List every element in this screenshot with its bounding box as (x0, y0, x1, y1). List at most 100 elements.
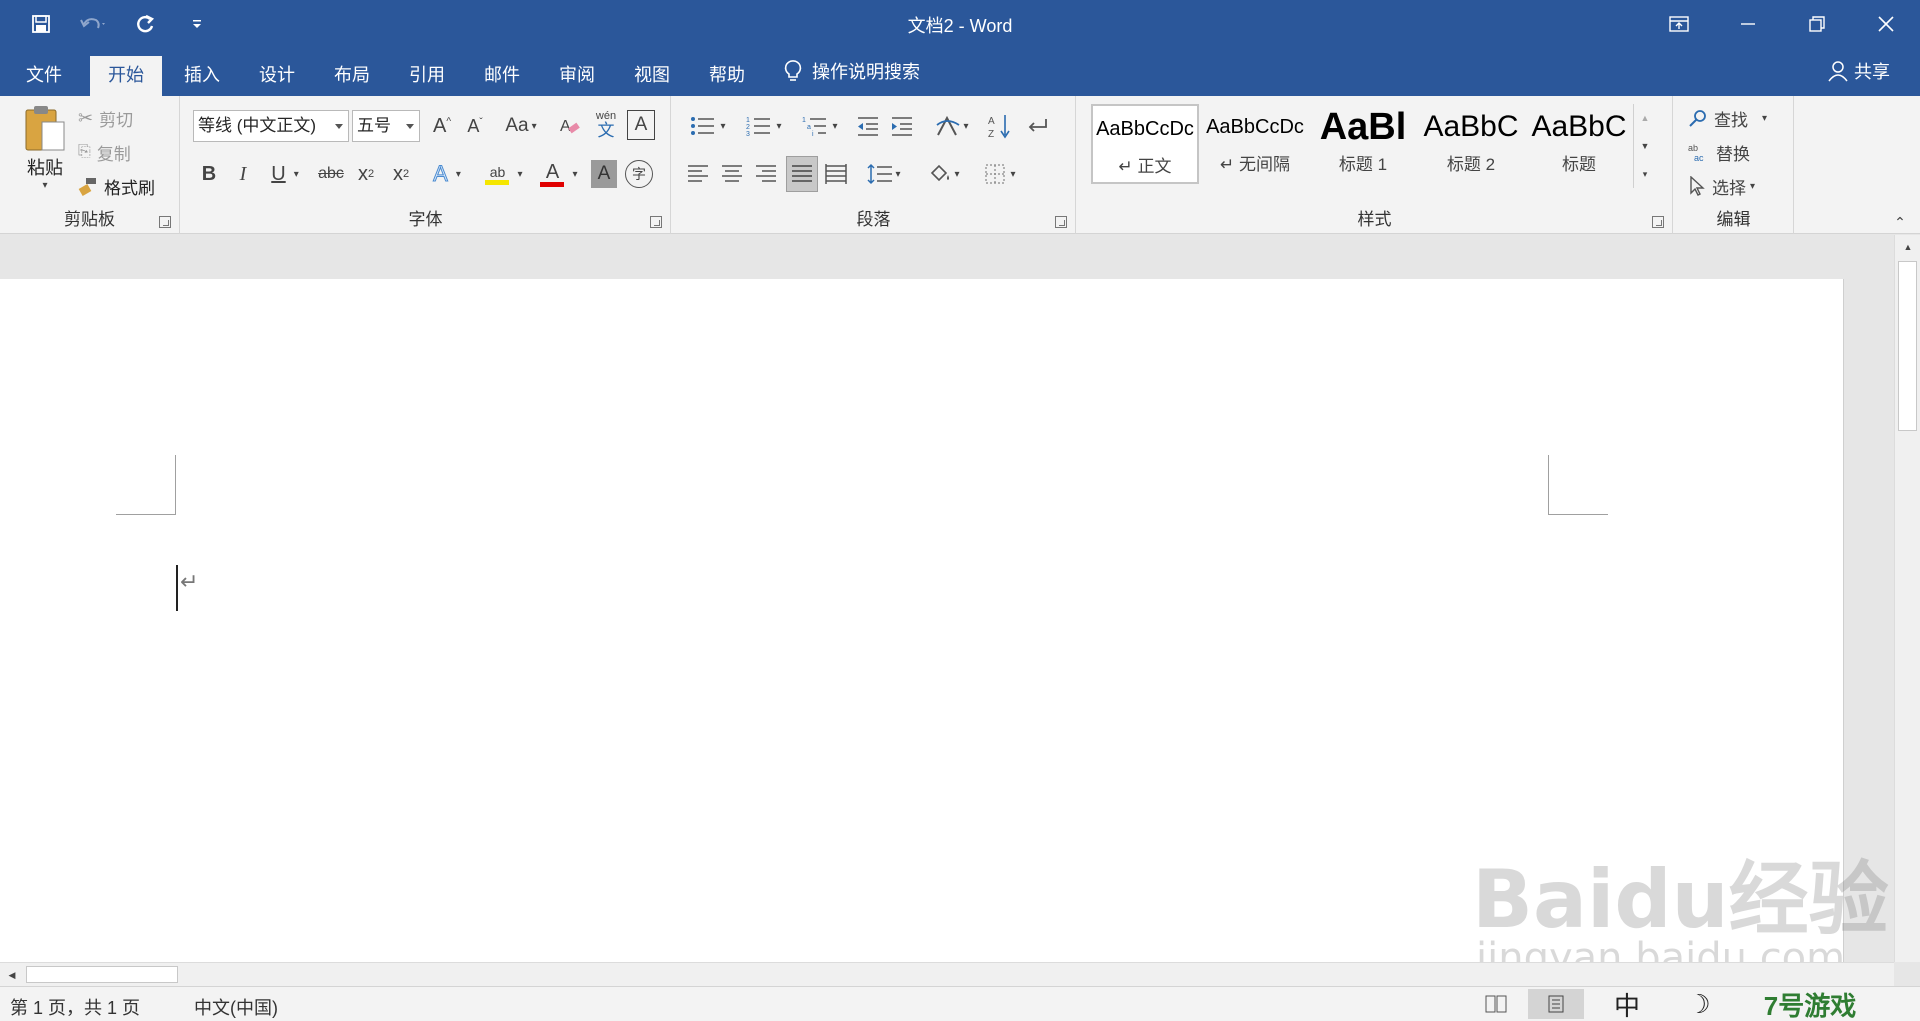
paste-icon (25, 106, 65, 151)
borders-button[interactable]: ▾ (976, 158, 1024, 190)
minimize-button[interactable] (1713, 0, 1782, 48)
page-count-status[interactable]: 第 1 页，共 1 页 (10, 994, 140, 1020)
align-left-button[interactable] (684, 158, 712, 190)
align-right-button[interactable] (752, 158, 780, 190)
character-border-button[interactable]: A (627, 110, 655, 140)
justify-button[interactable] (786, 156, 818, 192)
character-shading-button[interactable]: A (591, 160, 617, 188)
tab-help[interactable]: 帮助 (691, 56, 763, 96)
style-normal[interactable]: AaBbCcDc ↵ 正文 (1091, 104, 1199, 184)
style-heading-1[interactable]: AaBl 标题 1 (1309, 104, 1417, 184)
font-color-button[interactable]: A ▾ (535, 158, 583, 190)
tab-insert[interactable]: 插入 (166, 56, 238, 96)
style-title[interactable]: AaBbC 标题 (1525, 104, 1633, 184)
paint-bucket-icon (931, 164, 950, 182)
distributed-button[interactable] (822, 158, 850, 190)
ime-halfwidth-moon-icon[interactable]: ☽ (1682, 987, 1716, 1021)
font-family-select[interactable]: 等线 (中文正文) (193, 110, 349, 142)
copy-button[interactable]: ⎘ 复制 (78, 138, 131, 166)
change-case-button[interactable]: Aa ▾ (499, 110, 543, 142)
increase-indent-button[interactable] (888, 110, 916, 142)
strikethrough-button[interactable]: abc (315, 158, 347, 190)
ime-mode-indicator[interactable]: 中 (1610, 987, 1644, 1021)
share-button[interactable]: 共享 (1828, 58, 1890, 84)
line-spacing-button[interactable]: ▾ (860, 158, 908, 190)
print-layout-button[interactable] (1528, 989, 1584, 1019)
read-mode-button[interactable] (1476, 991, 1516, 1017)
align-center-button[interactable] (718, 158, 746, 190)
close-button[interactable] (1851, 0, 1920, 48)
multilevel-list-button[interactable]: 1ai ▾ (796, 110, 844, 142)
superscript-button[interactable]: x2 (386, 158, 416, 190)
shading-button[interactable]: ▾ (920, 158, 968, 190)
scroll-up-icon[interactable]: ▲ (1895, 235, 1920, 259)
find-label: 查找 (1714, 110, 1748, 130)
font-dialog-launcher-icon[interactable] (650, 216, 662, 228)
replace-button[interactable]: ab ac 替换 (1688, 138, 1750, 166)
underline-label: U (271, 162, 286, 185)
gallery-more-icon[interactable]: ▾ (1634, 160, 1656, 188)
tab-layout[interactable]: 布局 (316, 56, 388, 96)
scroll-left-icon[interactable]: ◀ (0, 963, 24, 987)
read-mode-icon (1485, 995, 1507, 1013)
document-area[interactable]: ↵ Baidu经验 jingyan.baidu.com (0, 235, 1894, 962)
restore-button[interactable] (1782, 0, 1851, 48)
italic-button[interactable]: I (229, 158, 257, 190)
horizontal-scrollbar[interactable]: ◀ (0, 962, 1894, 986)
styles-dialog-launcher-icon[interactable] (1652, 216, 1664, 228)
clipboard-dialog-launcher-icon[interactable] (159, 216, 171, 228)
tell-me-search[interactable]: 操作说明搜索 (784, 58, 920, 84)
subscript-button[interactable]: x2 (351, 158, 381, 190)
clear-formatting-button[interactable]: A (556, 110, 584, 142)
bold-button[interactable]: B (195, 158, 223, 190)
styles-group-label: 样式 (1357, 210, 1392, 229)
baidu-watermark: Baidu经验 (1472, 853, 1889, 946)
style-heading-1-name: 标题 1 (1338, 155, 1388, 174)
gallery-scroll-up-icon[interactable]: ▲ (1634, 104, 1656, 132)
text-effects-button[interactable]: A ▾ (425, 158, 469, 190)
decrease-indent-button[interactable] (854, 110, 882, 142)
underline-button[interactable]: U ▾ (263, 158, 307, 190)
find-button[interactable]: 查找 ▾ (1688, 104, 1767, 132)
vertical-scrollbar[interactable]: ▲ (1894, 235, 1920, 962)
paste-button[interactable]: 粘贴 ▾ (18, 104, 72, 216)
select-button[interactable]: 选择 ▾ (1688, 172, 1755, 200)
svg-text:3: 3 (746, 131, 750, 137)
show-hide-marks-button[interactable] (1024, 110, 1052, 142)
close-icon (1877, 16, 1894, 32)
chinese-layout-button[interactable]: ▾ (928, 110, 976, 142)
collapse-ribbon-icon[interactable]: ⌃ (1888, 214, 1912, 230)
font-size-select[interactable]: 五号 (352, 110, 420, 142)
tab-mailings[interactable]: 邮件 (466, 56, 538, 96)
ribbon-display-options-button[interactable] (1644, 0, 1713, 48)
chevron-down-icon: ▾ (832, 120, 838, 132)
margin-corner-top-right (1548, 455, 1608, 515)
paragraph-dialog-launcher-icon[interactable] (1055, 216, 1067, 228)
tab-home[interactable]: 开始 (90, 56, 162, 96)
increase-indent-icon (892, 117, 912, 136)
cut-button[interactable]: ✂ 剪切 (78, 104, 133, 132)
style-no-spacing[interactable]: AaBbCcDc ↵ 无间隔 (1201, 104, 1309, 184)
grow-font-button[interactable]: A^ (428, 110, 456, 142)
sort-button[interactable]: AZ (986, 110, 1014, 142)
vertical-scroll-thumb[interactable] (1898, 261, 1917, 431)
style-heading-2[interactable]: AaBbC 标题 2 (1417, 104, 1525, 184)
bullets-button[interactable]: ▾ (684, 110, 732, 142)
tab-references[interactable]: 引用 (391, 56, 463, 96)
chevron-down-icon: ▾ (1762, 112, 1768, 124)
tab-design[interactable]: 设计 (241, 56, 313, 96)
phonetic-guide-button[interactable]: wén 文 (591, 108, 621, 142)
gallery-scroll-down-icon[interactable]: ▼ (1634, 132, 1656, 160)
highlight-color-button[interactable]: ab ▾ (479, 158, 529, 190)
ribbon-display-icon (1668, 16, 1689, 32)
horizontal-scroll-thumb[interactable] (26, 966, 178, 983)
chevron-down-icon: ▾ (572, 168, 578, 180)
format-painter-button[interactable]: 格式刷 (78, 172, 155, 200)
tab-view[interactable]: 视图 (616, 56, 688, 96)
tab-file[interactable]: 文件 (8, 56, 80, 96)
shrink-font-button[interactable]: Aˇ (461, 110, 489, 142)
enclose-characters-button[interactable]: 字 (625, 160, 653, 188)
tab-review[interactable]: 审阅 (541, 56, 613, 96)
numbering-button[interactable]: 123 ▾ (740, 110, 788, 142)
language-status[interactable]: 中文(中国) (194, 994, 278, 1020)
